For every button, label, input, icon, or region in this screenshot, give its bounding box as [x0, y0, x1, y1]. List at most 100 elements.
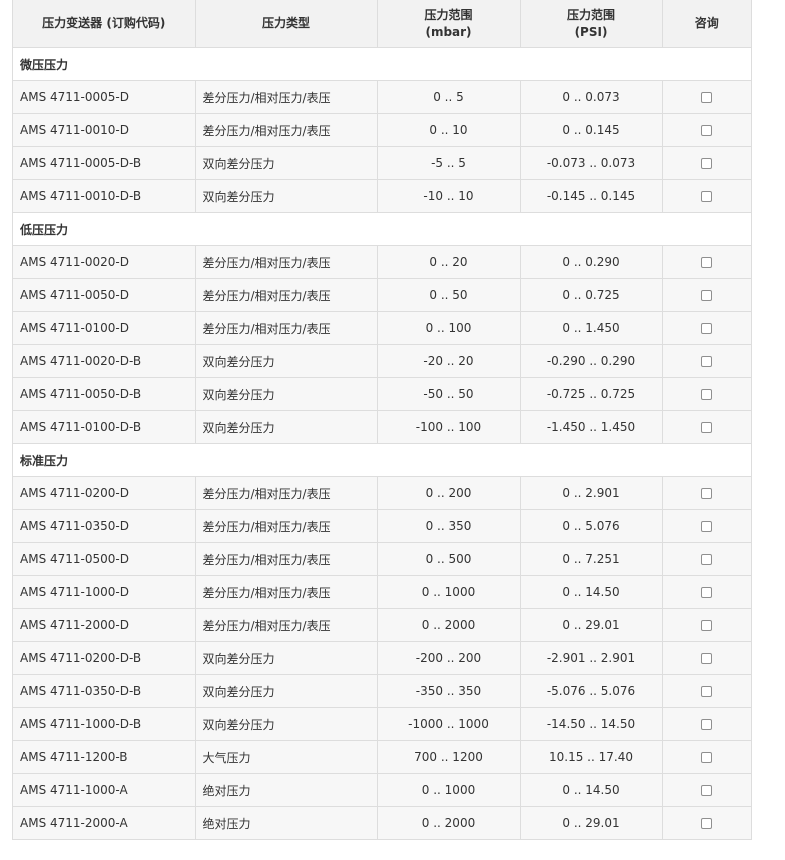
- consult-checkbox[interactable]: [701, 389, 713, 400]
- table-row: AMS 4711-0005-D 差分压力/相对压力/表压 0 .. 50 .. 0.…: [13, 80, 751, 114]
- group-title: 低压压力: [13, 212, 751, 246]
- type-cell: 差分压力/相对压力/表压: [195, 245, 378, 279]
- consult-checkbox[interactable]: [701, 620, 713, 631]
- consult-checkbox[interactable]: [701, 719, 713, 730]
- consult-checkbox[interactable]: [701, 752, 713, 763]
- consult-checkbox[interactable]: [701, 356, 713, 367]
- consult-cell: [662, 113, 751, 147]
- consult-checkbox[interactable]: [701, 554, 713, 565]
- table-row: AMS 4711-2000-D 差分压力/相对压力/表压 0 .. 2000 0 ..…: [13, 608, 751, 642]
- type-cell: 差分压力/相对压力/表压: [195, 278, 378, 312]
- range-mbar-cell: 0 .. 50: [377, 278, 521, 312]
- type-cell: 双向差分压力: [195, 146, 378, 180]
- range-mbar-cell: 0 .. 1000: [377, 575, 521, 609]
- table-row: AMS 4711-0005-D-B 双向差分压力 -5 .. 5 -0.073 .. …: [13, 146, 751, 180]
- consult-checkbox[interactable]: [701, 521, 713, 532]
- model-cell: AMS 4711-0050-D: [13, 278, 196, 312]
- table-row: AMS 4711-1200-B 大气压力 700 .. 1200 10.15 .. 1…: [13, 740, 751, 774]
- type-cell: 绝对压力: [195, 806, 378, 840]
- consult-checkbox[interactable]: [701, 257, 713, 268]
- range-mbar-cell: 0 .. 2000: [377, 806, 521, 840]
- range-mbar-cell: 0 .. 20: [377, 245, 521, 279]
- consult-checkbox[interactable]: [701, 92, 713, 103]
- table-row: AMS 4711-0200-D-B 双向差分压力 -200 .. 200 -2.901…: [13, 641, 751, 675]
- consult-checkbox[interactable]: [701, 125, 713, 136]
- model-cell: AMS 4711-1200-B: [13, 740, 196, 774]
- model-cell: AMS 4711-2000-A: [13, 806, 196, 840]
- table-row: AMS 4711-0200-D 差分压力/相对压力/表压 0 .. 200 0 .. …: [13, 476, 751, 510]
- range-mbar-cell: -10 .. 10: [377, 179, 521, 213]
- consult-checkbox[interactable]: [701, 653, 713, 664]
- consult-cell: [662, 509, 751, 543]
- table-header-row: 压力变送器 (订购代码) 压力类型 压力范围 (mbar) 压力范围 (PSI)…: [13, 0, 751, 48]
- consult-checkbox[interactable]: [701, 587, 713, 598]
- range-psi-cell: -1.450 .. 1.450: [520, 410, 663, 444]
- table-row: AMS 4711-1000-D-B 双向差分压力 -1000 .. 1000 -14.…: [13, 707, 751, 741]
- model-cell: AMS 4711-0100-D: [13, 311, 196, 345]
- range-mbar-cell: -1000 .. 1000: [377, 707, 521, 741]
- range-psi-cell: 0 .. 14.50: [520, 773, 663, 807]
- model-cell: AMS 4711-0200-D: [13, 476, 196, 510]
- table-row: AMS 4711-0010-D-B 双向差分压力 -10 .. 10 -0.145 .…: [13, 179, 751, 213]
- header-type: 压力类型: [195, 0, 378, 48]
- consult-checkbox[interactable]: [701, 488, 713, 499]
- type-cell: 差分压力/相对压力/表压: [195, 80, 378, 114]
- consult-checkbox[interactable]: [701, 818, 713, 829]
- consult-cell: [662, 608, 751, 642]
- range-mbar-cell: -100 .. 100: [377, 410, 521, 444]
- range-mbar-cell: 0 .. 1000: [377, 773, 521, 807]
- model-cell: AMS 4711-0005-D-B: [13, 146, 196, 180]
- consult-cell: [662, 245, 751, 279]
- header-consult: 咨询: [662, 0, 751, 48]
- range-psi-cell: -14.50 .. 14.50: [520, 707, 663, 741]
- model-cell: AMS 4711-1000-D: [13, 575, 196, 609]
- consult-checkbox[interactable]: [701, 686, 713, 697]
- range-mbar-cell: -50 .. 50: [377, 377, 521, 411]
- range-psi-cell: 0 .. 2.901: [520, 476, 663, 510]
- table-body: 微压压力 AMS 4711-0005-D 差分压力/相对压力/表压 0 .. 50 .…: [13, 47, 751, 840]
- group-row: 微压压力: [13, 47, 751, 81]
- range-mbar-cell: 0 .. 10: [377, 113, 521, 147]
- table-row: AMS 4711-0100-D-B 双向差分压力 -100 .. 100 -1.450…: [13, 410, 751, 444]
- model-cell: AMS 4711-0350-D-B: [13, 674, 196, 708]
- type-cell: 大气压力: [195, 740, 378, 774]
- table-row: AMS 4711-0020-D 差分压力/相对压力/表压 0 .. 20 0 .. 0…: [13, 245, 751, 279]
- table-row: AMS 4711-2000-A 绝对压力 0 .. 2000 0 .. 29.01: [13, 806, 751, 840]
- type-cell: 双向差分压力: [195, 344, 378, 378]
- range-psi-cell: -0.725 .. 0.725: [520, 377, 663, 411]
- table-row: AMS 4711-1000-A 绝对压力 0 .. 1000 0 .. 14.50: [13, 773, 751, 807]
- consult-cell: [662, 641, 751, 675]
- range-psi-cell: 0 .. 0.725: [520, 278, 663, 312]
- consult-checkbox[interactable]: [701, 422, 713, 433]
- range-psi-cell: 0 .. 29.01: [520, 608, 663, 642]
- table-row: AMS 4711-1000-D 差分压力/相对压力/表压 0 .. 1000 0 ..…: [13, 575, 751, 609]
- consult-checkbox[interactable]: [701, 158, 713, 169]
- model-cell: AMS 4711-0050-D-B: [13, 377, 196, 411]
- consult-cell: [662, 773, 751, 807]
- type-cell: 差分压力/相对压力/表压: [195, 542, 378, 576]
- table-row: AMS 4711-0010-D 差分压力/相对压力/表压 0 .. 10 0 .. 0…: [13, 113, 751, 147]
- consult-checkbox[interactable]: [701, 785, 713, 796]
- range-psi-cell: 0 .. 14.50: [520, 575, 663, 609]
- range-mbar-cell: -5 .. 5: [377, 146, 521, 180]
- type-cell: 双向差分压力: [195, 707, 378, 741]
- consult-checkbox[interactable]: [701, 290, 713, 301]
- type-cell: 双向差分压力: [195, 674, 378, 708]
- range-psi-cell: 0 .. 7.251: [520, 542, 663, 576]
- model-cell: AMS 4711-0020-D-B: [13, 344, 196, 378]
- range-mbar-cell: 0 .. 100: [377, 311, 521, 345]
- consult-cell: [662, 707, 751, 741]
- consult-cell: [662, 575, 751, 609]
- consult-checkbox[interactable]: [701, 191, 713, 202]
- consult-cell: [662, 278, 751, 312]
- range-psi-cell: -5.076 .. 5.076: [520, 674, 663, 708]
- type-cell: 差分压力/相对压力/表压: [195, 476, 378, 510]
- consult-cell: [662, 311, 751, 345]
- range-psi-cell: 10.15 .. 17.40: [520, 740, 663, 774]
- product-table-container: 压力变送器 (订购代码) 压力类型 压力范围 (mbar) 压力范围 (PSI)…: [12, 0, 752, 840]
- type-cell: 差分压力/相对压力/表压: [195, 113, 378, 147]
- model-cell: AMS 4711-0010-D-B: [13, 179, 196, 213]
- consult-checkbox[interactable]: [701, 323, 713, 334]
- model-cell: AMS 4711-0350-D: [13, 509, 196, 543]
- table-row: AMS 4711-0350-D-B 双向差分压力 -350 .. 350 -5.076…: [13, 674, 751, 708]
